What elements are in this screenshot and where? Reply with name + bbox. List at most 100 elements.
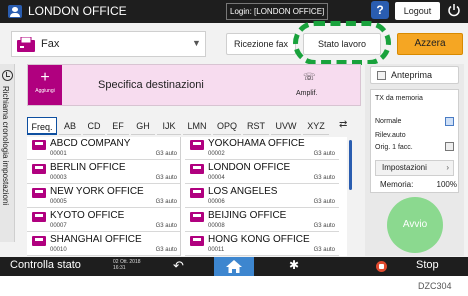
fax-destination-icon: [190, 188, 204, 198]
tab-rst[interactable]: RST: [243, 117, 269, 135]
list-item[interactable]: BERLIN OFFICE 00003 G3 auto: [27, 161, 181, 184]
fax-screen: LONDON OFFICE Login: [LONDON OFFICE] ? L…: [0, 0, 468, 276]
tab-ef[interactable]: EF: [107, 117, 129, 135]
settings-history-label: Richiama cronologia impostazioni: [1, 86, 10, 206]
tab-frequent[interactable]: Freq.: [27, 117, 57, 135]
fax-destination-icon: [32, 236, 46, 246]
fax-icon: [17, 37, 35, 52]
destination-number: 00010: [50, 247, 67, 253]
list-item[interactable]: SHANGHAI OFFICE 00010 G3 auto: [27, 233, 181, 256]
one-sided-icon: [445, 142, 454, 151]
destination-number: 00002: [208, 151, 225, 157]
destination-mode: G3 auto: [155, 151, 177, 157]
destination-number: 00011: [208, 247, 225, 253]
tab-gh[interactable]: GH: [131, 117, 155, 135]
address-tabs: Freq. AB CD EF GH IJK LMN OPQ RST UVW XY…: [27, 117, 361, 135]
destination-mode: G3 auto: [155, 175, 177, 181]
highlight-ring: [293, 21, 391, 65]
tx-mode-label: TX da memoria: [375, 95, 423, 102]
preview-toggle[interactable]: Anteprima: [370, 66, 459, 84]
fax-destination-icon: [32, 140, 46, 150]
destination-number: 00004: [208, 175, 225, 181]
stop-icon[interactable]: [376, 261, 387, 272]
bottom-bar: Controlla stato 02 Ott. 2018 16:31 ↶ ✱ S…: [0, 257, 468, 276]
clock-icon: [2, 70, 13, 81]
list-item[interactable]: LONDON OFFICE 00004 G3 auto: [185, 161, 339, 184]
tab-ijk[interactable]: IJK: [157, 117, 181, 135]
list-item[interactable]: ABCD COMPANY 00001 G3 auto: [27, 137, 181, 160]
list-item[interactable]: LOS ANGELES 00006 G3 auto: [185, 185, 339, 208]
list-scrollbar[interactable]: [349, 140, 352, 190]
settings-button[interactable]: Impostazioni ›: [375, 160, 454, 176]
user-icon: [8, 5, 22, 18]
stop-button[interactable]: Stop: [416, 259, 439, 271]
user-name: LONDON OFFICE: [28, 4, 127, 18]
settings-panel: Anteprima TX da memoria Normale Rilev.au…: [365, 64, 464, 256]
fax-destination-icon: [190, 164, 204, 174]
sort-icon[interactable]: ⇄: [339, 119, 347, 130]
chevron-down-icon: ▼: [192, 38, 201, 48]
fax-reception-button[interactable]: Ricezione fax: [226, 33, 296, 55]
list-item[interactable]: BEIJING OFFICE 00008 G3 auto: [185, 209, 339, 232]
destination-number: 00005: [50, 199, 67, 205]
gear-icon[interactable]: ✱: [289, 258, 299, 272]
destination-name: BERLIN OFFICE: [50, 162, 126, 173]
check-status-button[interactable]: Controlla stato: [10, 259, 81, 271]
chevron-right-icon: ›: [446, 163, 449, 172]
destination-mode: G3 auto: [313, 199, 335, 205]
destination-name: ABCD COMPANY: [50, 138, 131, 149]
destination-mode: G3 auto: [155, 199, 177, 205]
destination-name: BEIJING OFFICE: [208, 210, 287, 221]
tab-opq[interactable]: OPQ: [213, 117, 241, 135]
back-icon[interactable]: ↶: [173, 258, 184, 274]
tab-cd[interactable]: CD: [83, 117, 105, 135]
date-time: 02 Ott. 2018 16:31: [113, 259, 141, 271]
settings-button-label: Impostazioni: [382, 163, 427, 172]
list-divider: [180, 137, 181, 256]
figure-code: DZC304: [418, 281, 452, 291]
power-icon[interactable]: [447, 3, 461, 17]
app-selector[interactable]: Fax ▼: [11, 31, 206, 57]
settings-history-tab[interactable]: Richiama cronologia impostazioni: [0, 64, 15, 242]
memory-status: Memoria: 100%: [380, 180, 457, 189]
tab-lmn[interactable]: LMN: [183, 117, 211, 135]
tab-uvw[interactable]: UVW: [271, 117, 301, 135]
preview-label: Anteprima: [391, 70, 433, 80]
phone-icon: ☏: [303, 72, 316, 83]
destination-name: SHANGHAI OFFICE: [50, 234, 142, 245]
destination-mode: G3 auto: [155, 223, 177, 229]
list-item[interactable]: NEW YORK OFFICE 00005 G3 auto: [27, 185, 181, 208]
list-item[interactable]: YOKOHAMA OFFICE 00002 G3 auto: [185, 137, 339, 160]
destination-list: ABCD COMPANY 00001 G3 auto YOKOHAMA OFFI…: [27, 137, 347, 256]
fax-destination-icon: [190, 140, 204, 150]
login-status: Login: [LONDON OFFICE]: [226, 3, 328, 20]
settings-summary: TX da memoria Normale Rilev.auto Orig. 1…: [370, 89, 459, 193]
destination-number: 00008: [208, 223, 225, 229]
amplify-button[interactable]: Amplif.: [296, 90, 317, 97]
fax-destination-icon: [32, 164, 46, 174]
resolution-icon: [445, 117, 454, 126]
home-button[interactable]: [214, 257, 254, 276]
destination-number: 00003: [50, 175, 67, 181]
reset-button[interactable]: Azzera: [397, 33, 463, 55]
plus-icon: +: [40, 69, 50, 86]
destination-name: LOS ANGELES: [208, 186, 278, 197]
fax-destination-icon: [190, 236, 204, 246]
destination-number: 00007: [50, 223, 67, 229]
help-button[interactable]: ?: [371, 1, 389, 19]
destination-name: LONDON OFFICE: [208, 162, 291, 173]
list-item[interactable]: KYOTO OFFICE 00007 G3 auto: [27, 209, 181, 232]
destination-name: HONG KONG OFFICE: [208, 234, 310, 245]
specify-destination-label[interactable]: Specifica destinazioni: [98, 79, 204, 91]
preview-checkbox[interactable]: [377, 71, 386, 80]
destination-name: NEW YORK OFFICE: [50, 186, 144, 197]
memory-value: 100%: [436, 180, 457, 189]
fax-destination-icon: [190, 212, 204, 222]
tab-xyz[interactable]: XYZ: [303, 117, 329, 135]
list-item[interactable]: HONG KONG OFFICE 00011 G3 auto: [185, 233, 339, 256]
add-destination-button[interactable]: + Aggiungi: [28, 65, 62, 105]
original-side-label: Orig. 1 facc.: [375, 144, 413, 151]
tab-ab[interactable]: AB: [59, 117, 81, 135]
logout-button[interactable]: Logout: [395, 2, 440, 20]
start-button[interactable]: Avvio: [387, 197, 443, 253]
